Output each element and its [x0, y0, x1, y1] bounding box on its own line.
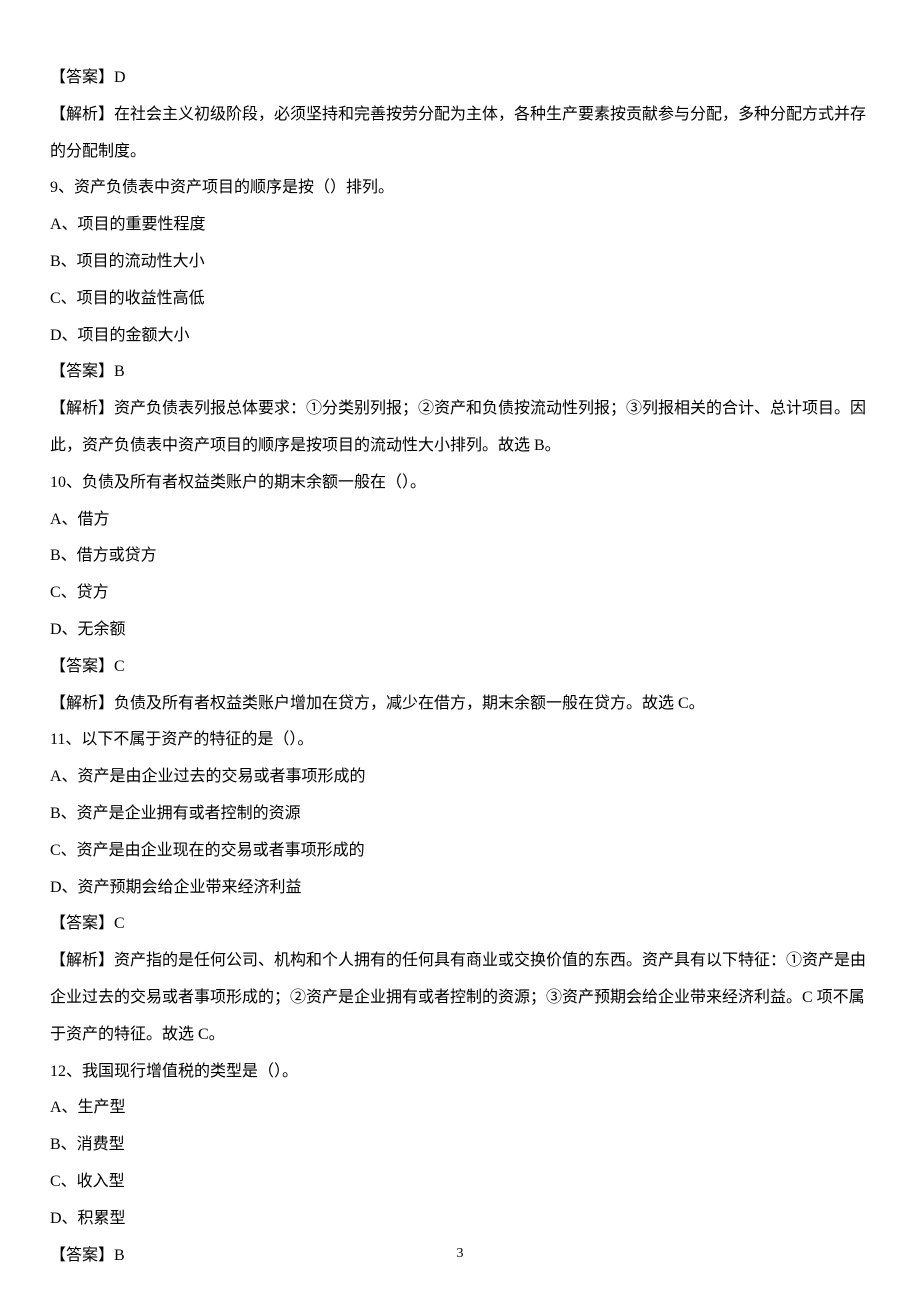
q9-option-a: A、项目的重要性程度: [50, 207, 870, 244]
q10-option-d: D、无余额: [50, 612, 870, 649]
q12-option-b: B、消费型: [50, 1127, 870, 1164]
q10-option-b: B、借方或贷方: [50, 538, 870, 575]
q12-option-c: C、收入型: [50, 1164, 870, 1201]
q9-answer: 【答案】B: [50, 354, 870, 391]
q11-answer: 【答案】C: [50, 906, 870, 943]
q11-option-c: C、资产是由企业现在的交易或者事项形成的: [50, 833, 870, 870]
q9-option-b: B、项目的流动性大小: [50, 244, 870, 281]
q8-answer: 【答案】D: [50, 60, 870, 97]
document-content: 【答案】D 【解析】在社会主义初级阶段，必须坚持和完善按劳分配为主体，各种生产要…: [50, 60, 870, 1274]
q12-option-d: D、积累型: [50, 1201, 870, 1238]
q10-stem: 10、负债及所有者权益类账户的期末余额一般在（）。: [50, 465, 870, 502]
q9-explanation: 【解析】资产负债表列报总体要求：①分类别列报；②资产和负债按流动性列报；③列报相…: [50, 391, 870, 465]
q11-option-d: D、资产预期会给企业带来经济利益: [50, 870, 870, 907]
q10-explanation: 【解析】负债及所有者权益类账户增加在贷方，减少在借方，期末余额一般在贷方。故选 …: [50, 686, 870, 723]
q9-option-c: C、项目的收益性高低: [50, 281, 870, 318]
q12-stem: 12、我国现行增值税的类型是（）。: [50, 1054, 870, 1091]
q9-option-d: D、项目的金额大小: [50, 318, 870, 355]
q10-option-c: C、贷方: [50, 575, 870, 612]
q11-option-a: A、资产是由企业过去的交易或者事项形成的: [50, 759, 870, 796]
q11-explanation: 【解析】资产指的是任何公司、机构和个人拥有的任何具有商业或交换价值的东西。资产具…: [50, 943, 870, 1053]
page-number: 3: [0, 1246, 920, 1262]
q11-option-b: B、资产是企业拥有或者控制的资源: [50, 796, 870, 833]
q9-stem: 9、资产负债表中资产项目的顺序是按（）排列。: [50, 170, 870, 207]
q11-stem: 11、以下不属于资产的特征的是（）。: [50, 722, 870, 759]
q10-option-a: A、借方: [50, 502, 870, 539]
q8-explanation: 【解析】在社会主义初级阶段，必须坚持和完善按劳分配为主体，各种生产要素按贡献参与…: [50, 97, 870, 171]
q12-option-a: A、生产型: [50, 1090, 870, 1127]
q10-answer: 【答案】C: [50, 649, 870, 686]
